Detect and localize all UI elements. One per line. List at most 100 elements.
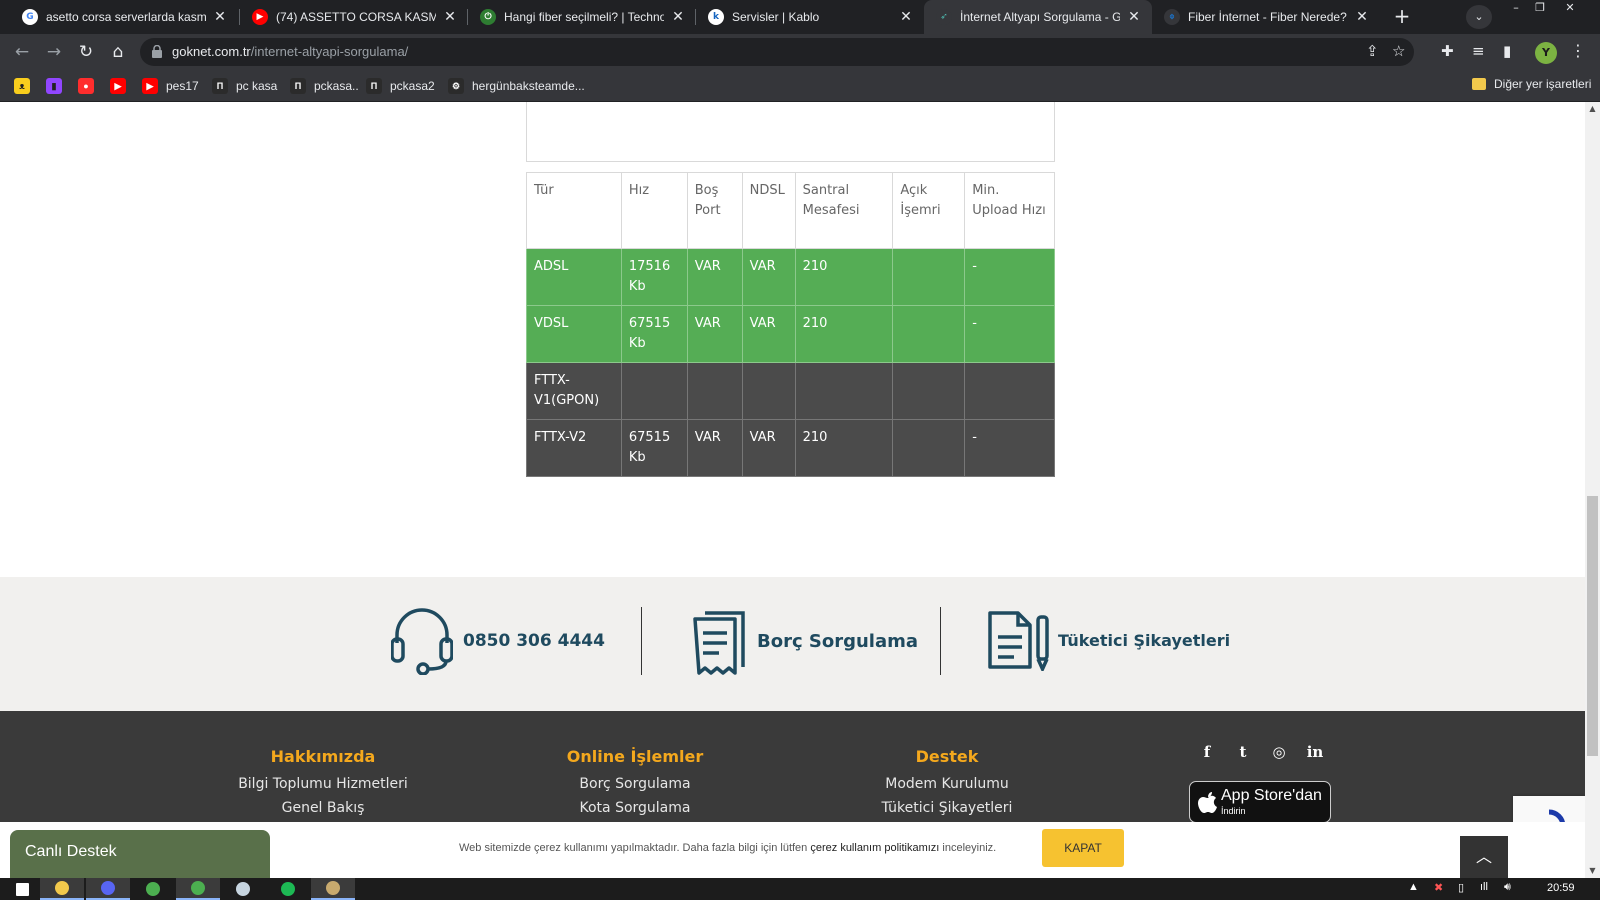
column-header: Hız (620, 172, 688, 249)
footer-link[interactable]: Bilgi Toplumu Hizmetleri (193, 772, 453, 796)
phone-number: 0850 306 4444 (463, 631, 605, 651)
receipt-icon (693, 611, 745, 675)
twitter-icon[interactable]: t (1232, 741, 1254, 763)
share-icon[interactable]: ⇪ (1366, 42, 1379, 60)
facebook-icon[interactable]: f (1196, 741, 1218, 763)
bookmark-item[interactable]: ▮ (46, 76, 70, 96)
footer-link[interactable]: Borç Sorgulama (505, 772, 765, 796)
browser-tab[interactable]: ⌽ Fiber İnternet - Fiber Nerede? - ✕ (1152, 0, 1380, 34)
cookie-policy-link[interactable]: çerez kullanım politikamızı (810, 842, 939, 854)
browser-tab[interactable]: ▶ (74) ASSETTO CORSA KASMA S ✕ (240, 0, 468, 34)
taskbar-app[interactable] (40, 878, 84, 900)
footer-heading: Destek (915, 747, 979, 766)
tab-title: (74) ASSETTO CORSA KASMA S (276, 10, 436, 24)
browser-tab[interactable]: ➶ İnternet Altyapı Sorgulama - G ✕ (924, 0, 1152, 34)
appstore-button[interactable]: App Store'dan İndirin (1189, 781, 1331, 823)
close-window-icon[interactable]: ✕ (1560, 0, 1580, 18)
home-icon[interactable]: ⌂ (106, 40, 130, 64)
scrollbar-thumb[interactable] (1587, 496, 1598, 756)
back-arrow-icon[interactable]: ← (10, 40, 34, 64)
footer-link[interactable]: Tüketici Şikayetleri (817, 796, 1077, 820)
table-cell: VAR (686, 305, 743, 363)
debt-query-link[interactable]: Borç Sorgulama (691, 607, 918, 675)
tab-search-icon[interactable]: ⌄ (1466, 5, 1492, 29)
browser-tab[interactable]: k Servisler | Kablo ✕ (696, 0, 924, 34)
league-icon (326, 881, 340, 895)
close-tab-icon[interactable]: ✕ (670, 9, 686, 25)
close-tab-icon[interactable]: ✕ (1126, 9, 1142, 25)
taskbar-app[interactable] (0, 878, 44, 900)
taskbar-app[interactable] (221, 878, 265, 900)
reload-icon[interactable]: ↻ (74, 40, 98, 64)
browser-tab[interactable]: ⏻ Hangi fiber seçilmeli? | Technop ✕ (468, 0, 696, 34)
taskbar-app[interactable] (131, 878, 175, 900)
phone-support[interactable]: 0850 306 4444 (391, 607, 605, 675)
bookmark-item[interactable]: ᴥ (14, 76, 38, 96)
forward-arrow-icon[interactable]: → (42, 40, 66, 64)
browser-tab[interactable]: Gasetto corsa serverlarda kasmar ✕ (10, 0, 238, 34)
complaints-link[interactable]: Tüketici Şikayetleri (986, 609, 1230, 671)
cookie-close-button[interactable]: KAPAT (1042, 829, 1124, 867)
other-bookmarks[interactable]: Diğer yer işaretleri (1472, 77, 1591, 91)
taskbar-app[interactable] (311, 878, 355, 900)
footer-link[interactable]: Modem Kurulumu (817, 772, 1077, 796)
scroll-to-top-icon[interactable]: ︿ (1460, 836, 1508, 878)
bookmark-item[interactable]: Πpc kasa (212, 76, 277, 96)
table-cell: 210 (794, 248, 894, 306)
menu-dots-icon[interactable]: ⋮ (1570, 41, 1586, 60)
close-tab-icon[interactable]: ✕ (442, 9, 458, 25)
bookmark-item[interactable]: Πpckasa2 (366, 76, 435, 96)
bookmark-item[interactable]: ● (78, 76, 102, 96)
column-header: Tür (526, 172, 622, 249)
taskbar-app[interactable] (176, 878, 220, 900)
bookmark-item[interactable]: ⚙ hergünbaksteamde... (448, 76, 585, 96)
page-scrollbar[interactable]: ▲ ▼ (1585, 102, 1600, 878)
steam-icon (236, 882, 250, 896)
appstore-sublabel: İndirin (1221, 806, 1246, 816)
tab-title: Servisler | Kablo (732, 10, 820, 24)
bookmark-star-icon[interactable]: ☆ (1392, 42, 1405, 60)
divider (641, 607, 642, 675)
volume-icon[interactable]: 🔊︎ (1504, 881, 1511, 894)
battery-icon[interactable]: ▯ (1458, 881, 1464, 894)
reading-list-icon[interactable]: ≡ (1472, 42, 1485, 60)
scroll-down-icon[interactable]: ▼ (1585, 864, 1600, 878)
table-row: FTTX-V2 67515 Kb VAR VAR 210- (526, 419, 1055, 477)
footer-col-support: Destek Modem Kurulumu Tüketici Şikayetle… (817, 747, 1077, 820)
apple-icon (1198, 792, 1217, 813)
linkedin-icon[interactable]: in (1304, 741, 1326, 763)
live-support-button[interactable]: Canlı Destek (10, 830, 270, 878)
bookmark-item[interactable]: Πpckasa.. (290, 76, 359, 96)
extensions-icon[interactable]: ✚ (1441, 42, 1454, 60)
cookie-text-after: inceleyiniz. (939, 842, 997, 854)
bookmark-item[interactable]: ▶ pes17 (142, 76, 199, 96)
close-tab-icon[interactable]: ✕ (1354, 9, 1370, 25)
close-tab-icon[interactable]: ✕ (898, 9, 914, 25)
tab-title: asetto corsa serverlarda kasmar (46, 10, 206, 24)
tab-title: İnternet Altyapı Sorgulama - G (960, 10, 1120, 24)
table-cell: VAR (741, 419, 796, 477)
wifi-icon[interactable]: ıll (1480, 881, 1488, 893)
minimize-icon[interactable]: – (1506, 0, 1526, 18)
close-tab-icon[interactable]: ✕ (212, 9, 228, 25)
new-tab-button[interactable]: + (1389, 5, 1415, 29)
table-cell: - (964, 305, 1055, 363)
restore-icon[interactable]: ❐ (1530, 0, 1550, 18)
side-panel-icon[interactable]: ▮ (1503, 42, 1511, 60)
fiber-icon: ⌽ (1164, 9, 1180, 25)
scroll-up-icon[interactable]: ▲ (1585, 102, 1600, 116)
instagram-icon[interactable]: ◎ (1268, 741, 1290, 763)
footer-link[interactable]: Kota Sorgulama (505, 796, 765, 820)
address-bar[interactable]: goknet.com.tr/internet-altyapi-sorgulama… (140, 38, 1414, 66)
appstore-label: App Store'dan (1221, 787, 1322, 804)
taskbar-app[interactable] (86, 878, 130, 900)
taskbar-app[interactable] (266, 878, 310, 900)
table-cell (892, 248, 966, 306)
tray-chevron-icon[interactable]: ▲ (1408, 881, 1419, 893)
footer-link[interactable]: Genel Bakış (193, 796, 453, 820)
clock[interactable]: 20:59 (1547, 882, 1575, 894)
bookmark-item[interactable]: ▶ (110, 76, 134, 96)
itopya-icon: Π (290, 78, 306, 94)
profile-avatar[interactable]: Y (1535, 42, 1557, 64)
network-error-icon[interactable]: ✖ (1434, 881, 1443, 894)
